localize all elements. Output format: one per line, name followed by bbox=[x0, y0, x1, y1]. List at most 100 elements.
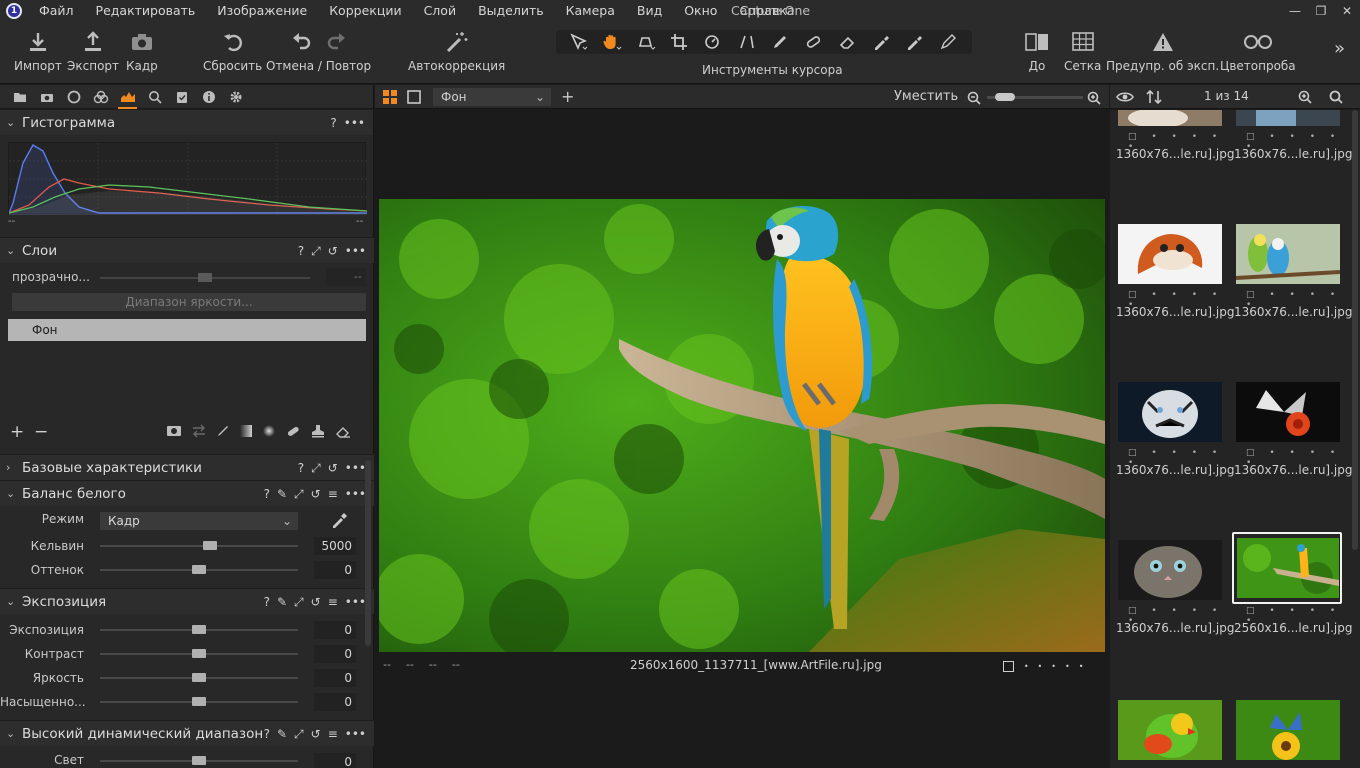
highlight-value[interactable]: 0 bbox=[314, 753, 356, 768]
menu-file[interactable]: Файл bbox=[28, 0, 85, 22]
capture-button[interactable]: Кадр bbox=[126, 28, 158, 73]
menu-adjustments[interactable]: Коррекции bbox=[318, 0, 412, 22]
picker-icon[interactable]: ✎ bbox=[277, 595, 287, 609]
thumbnail-image[interactable] bbox=[1236, 224, 1340, 284]
zoom-slider[interactable] bbox=[987, 93, 1083, 101]
browser-view-eye-icon[interactable] bbox=[1116, 90, 1134, 107]
multi-view-icon[interactable] bbox=[383, 90, 397, 107]
menu-window[interactable]: Окно bbox=[673, 0, 728, 22]
thumbnail-image[interactable] bbox=[1118, 110, 1222, 126]
metadata-tab-icon[interactable] bbox=[195, 85, 222, 109]
exposure-tab-icon[interactable] bbox=[114, 85, 141, 109]
more-options-icon[interactable]: ••• bbox=[345, 244, 366, 258]
loupe-tool-icon[interactable] bbox=[631, 31, 661, 53]
thumbnail-image[interactable] bbox=[1118, 382, 1222, 442]
zoom-out-icon[interactable] bbox=[967, 91, 981, 108]
exposure-knob[interactable] bbox=[192, 625, 206, 634]
thumbnail-image[interactable] bbox=[1118, 224, 1222, 284]
expand-icon[interactable]: ⤢ bbox=[311, 461, 321, 476]
draw-mask-icon[interactable] bbox=[216, 424, 230, 441]
menu-layer[interactable]: Слой bbox=[413, 0, 468, 22]
menu-view[interactable]: Вид bbox=[626, 0, 673, 22]
presets-list-icon[interactable]: ≡ bbox=[328, 595, 338, 609]
thumbnail-image[interactable] bbox=[1237, 538, 1339, 598]
kelvin-slider[interactable] bbox=[100, 541, 298, 550]
reset-panel-icon[interactable]: ↺ bbox=[328, 244, 338, 258]
swap-layers-icon[interactable] bbox=[191, 424, 207, 441]
details-tab-icon[interactable] bbox=[141, 85, 168, 109]
before-button[interactable]: До bbox=[1024, 28, 1050, 73]
heal-tool-icon[interactable] bbox=[799, 31, 829, 53]
select-cursor-tool-icon[interactable] bbox=[564, 31, 594, 53]
rotate-tool-icon[interactable] bbox=[698, 31, 728, 53]
more-options-icon[interactable]: ••• bbox=[345, 487, 366, 501]
color-picker-tool-icon[interactable] bbox=[867, 31, 897, 53]
layer-item-background[interactable]: Фон bbox=[8, 319, 366, 341]
wb-mode-select[interactable]: Кадр ⌄ bbox=[100, 512, 298, 530]
annotate-pen-icon[interactable] bbox=[934, 31, 964, 53]
undo-icon[interactable] bbox=[292, 31, 312, 54]
tint-slider[interactable] bbox=[100, 565, 298, 574]
reset-panel-icon[interactable]: ↺ bbox=[328, 461, 338, 475]
help-icon[interactable]: ? bbox=[298, 461, 304, 475]
single-view-icon[interactable] bbox=[407, 90, 421, 107]
pan-hand-tool-icon[interactable] bbox=[597, 31, 627, 53]
brightness-knob[interactable] bbox=[192, 673, 206, 682]
browser-zoom-icon[interactable] bbox=[1298, 90, 1312, 107]
brush-tool-icon[interactable] bbox=[766, 31, 796, 53]
histogram-panel-header[interactable]: ⌄ Гистограмма ? ••• bbox=[0, 109, 373, 135]
exposure-header[interactable]: ⌄ Экспозиция ? ✎ ⤢ ↺ ≡ ••• bbox=[0, 588, 374, 614]
remove-layer-button[interactable]: − bbox=[34, 422, 48, 442]
picker-icon[interactable]: ✎ bbox=[277, 487, 287, 501]
help-icon[interactable]: ? bbox=[264, 595, 270, 609]
hdr-header[interactable]: ⌄ Высокий динамический диапазон ? ✎ ⤢ ↺ … bbox=[0, 720, 374, 746]
brightness-value[interactable]: 0 bbox=[314, 669, 356, 687]
opacity-value[interactable]: -- bbox=[326, 268, 366, 286]
keystone-tool-icon[interactable] bbox=[732, 31, 762, 53]
thumbnail-image[interactable] bbox=[1236, 700, 1340, 760]
picker-icon[interactable]: ✎ bbox=[277, 727, 287, 741]
more-options-icon[interactable]: ••• bbox=[345, 727, 366, 741]
thumbnail-image[interactable] bbox=[1236, 110, 1340, 126]
crop-tool-icon[interactable] bbox=[665, 31, 695, 53]
white-balance-picker-icon[interactable] bbox=[900, 31, 930, 53]
help-icon[interactable]: ? bbox=[330, 116, 336, 130]
kelvin-value[interactable]: 5000 bbox=[314, 537, 356, 555]
expand-icon[interactable]: ⤢ bbox=[311, 244, 321, 259]
reset-panel-icon[interactable]: ↺ bbox=[311, 595, 321, 609]
adjustments-tab-icon[interactable] bbox=[168, 85, 195, 109]
sort-icon[interactable] bbox=[1146, 89, 1162, 107]
radial-gradient-icon[interactable] bbox=[262, 424, 276, 441]
image-viewer[interactable]: -- -- -- -- 2560x1600_1137711_[www.ArtFi… bbox=[375, 110, 1109, 768]
more-options-icon[interactable]: ••• bbox=[345, 461, 366, 475]
layer-select[interactable]: Фон ⌄ bbox=[433, 88, 551, 106]
presets-list-icon[interactable]: ≡ bbox=[328, 727, 338, 741]
color-proof-button[interactable]: Цветопроба bbox=[1220, 28, 1296, 73]
menu-image[interactable]: Изображение bbox=[206, 0, 318, 22]
kelvin-knob[interactable] bbox=[203, 541, 217, 550]
settings-tab-icon[interactable] bbox=[222, 85, 249, 109]
presets-list-icon[interactable]: ≡ bbox=[328, 487, 338, 501]
more-options-icon[interactable]: ••• bbox=[344, 116, 365, 130]
saturation-knob[interactable] bbox=[192, 697, 206, 706]
capture-one-logo-icon[interactable]: 1 bbox=[6, 3, 22, 19]
select-checkbox[interactable] bbox=[1003, 661, 1014, 672]
rating-dots[interactable]: ••••• bbox=[1024, 662, 1093, 671]
exposure-slider[interactable] bbox=[100, 625, 298, 634]
menu-edit[interactable]: Редактировать bbox=[85, 0, 207, 22]
close-button[interactable]: ✕ bbox=[1334, 0, 1360, 22]
lens-tab-icon[interactable] bbox=[60, 85, 87, 109]
brightness-slider[interactable] bbox=[100, 673, 298, 682]
thumbnail-image[interactable] bbox=[1236, 382, 1340, 442]
clone-stamp-icon[interactable] bbox=[310, 424, 326, 441]
import-button[interactable]: Импорт bbox=[14, 28, 62, 73]
more-options-icon[interactable]: ••• bbox=[345, 595, 366, 609]
reset-button[interactable]: Сбросить bbox=[203, 28, 262, 73]
tools-scrollbar[interactable] bbox=[365, 460, 371, 646]
tint-value[interactable]: 0 bbox=[314, 561, 356, 579]
luma-range-button[interactable]: Диапазон яркости... bbox=[12, 293, 366, 311]
thumbnail-image[interactable] bbox=[1118, 700, 1222, 760]
linear-gradient-icon[interactable] bbox=[239, 424, 253, 441]
tint-knob[interactable] bbox=[192, 565, 206, 574]
main-photo-parrot[interactable] bbox=[379, 199, 1105, 652]
